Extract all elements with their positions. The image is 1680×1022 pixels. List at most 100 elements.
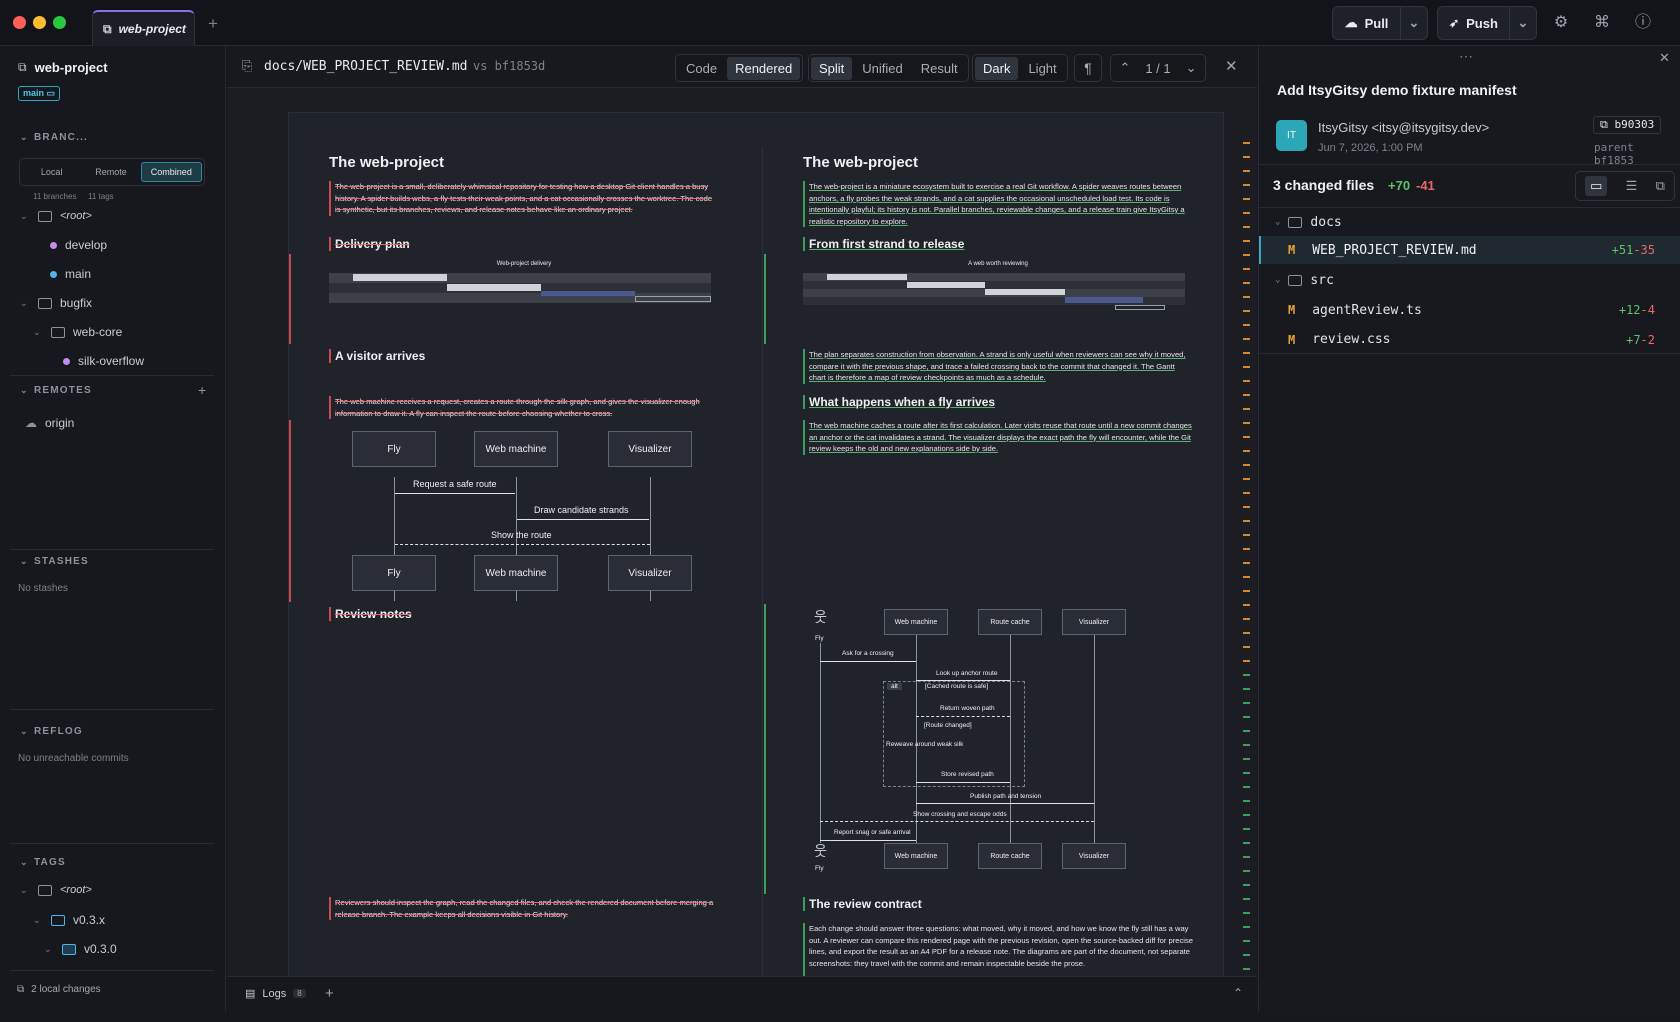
file-tree-folder-docs[interactable]: ⌄ docs [1259, 208, 1680, 236]
stashes-section-header[interactable]: ⌄ STASHES [20, 556, 89, 567]
push-button[interactable]: ➶ Push [1437, 6, 1510, 40]
tree-folder-web-core[interactable]: ⌄ web-core [33, 325, 122, 339]
minimap-tick [1243, 310, 1250, 312]
minimap-tick [1243, 520, 1250, 522]
remote-origin[interactable]: ☁ origin [25, 416, 74, 430]
push-options-chevron-icon[interactable]: ⌄ [1509, 6, 1537, 40]
reflog-section-header[interactable]: ⌄ REFLOG [20, 726, 83, 737]
branches-section-header[interactable]: ⌄ BRANC... [20, 132, 88, 143]
minimap-tick [1243, 954, 1250, 956]
close-window-button[interactable] [13, 16, 26, 29]
layout-result-button[interactable]: Result [913, 57, 966, 80]
zoom-window-button[interactable] [53, 16, 66, 29]
layout-unified-button[interactable]: Unified [854, 57, 910, 80]
branch-silk-overflow[interactable]: silk-overflow [63, 354, 144, 368]
avatar: IT [1276, 120, 1307, 151]
tags-section-header[interactable]: ⌄ TAGS [20, 857, 66, 868]
actor-fly-bottom: Fly [815, 865, 824, 872]
view-mode-toggle: Code Rendered [675, 54, 804, 82]
file-row-review-css[interactable]: M review.css +7 -2 [1259, 326, 1680, 354]
file-row-web-project-review[interactable]: M WEB_PROJECT_REVIEW.md +51 -35 [1259, 236, 1680, 264]
divider [10, 970, 214, 971]
minimap-tick [1243, 618, 1250, 620]
pull-button[interactable]: ☁ Pull [1332, 6, 1401, 40]
add-panel-icon[interactable]: + [325, 985, 334, 1002]
message-label: Ask for a crossing [842, 650, 894, 657]
view-code-button[interactable]: Code [678, 57, 725, 80]
tab-web-project[interactable]: ⧉ web-project [92, 10, 195, 46]
message-arrow [820, 840, 916, 841]
minimize-window-button[interactable] [33, 16, 46, 29]
filter-combined[interactable]: Combined [140, 162, 202, 182]
minimap-tick [1243, 940, 1250, 942]
file-added: +12 [1618, 303, 1641, 317]
minimap-tick [1243, 758, 1250, 760]
filter-remote[interactable]: Remote [81, 167, 140, 177]
compact-folder-view-icon[interactable]: ⧉ [1656, 178, 1665, 194]
current-branch-badge[interactable]: main ▭ [18, 86, 61, 101]
theme-dark-button[interactable]: Dark [975, 56, 1019, 80]
file-name: WEB_PROJECT_REVIEW.md [1312, 242, 1477, 258]
folder-view-icon[interactable]: ▭ [1585, 176, 1608, 196]
branch-main[interactable]: main [50, 267, 91, 281]
pilcrow-icon[interactable]: ¶ [1074, 54, 1102, 82]
actor-person-icon: 웃 [814, 609, 827, 625]
command-icon[interactable]: ⌘ [1591, 12, 1613, 34]
logs-tab[interactable]: ▤ Logs 8 [245, 987, 306, 1000]
commit-sha-button[interactable]: ⧉ b90303 [1593, 116, 1662, 134]
minimap-tick [1243, 632, 1250, 634]
close-icon[interactable]: ✕ [1225, 57, 1238, 75]
pull-options-chevron-icon[interactable]: ⌄ [1400, 6, 1428, 40]
layout-split-button[interactable]: Split [811, 56, 853, 80]
folder-icon [62, 943, 76, 955]
remotes-section-header[interactable]: ⌄ REMOTES [20, 385, 92, 396]
tree-folder-bugfix[interactable]: ⌄ bugfix [20, 296, 92, 310]
minimap-tick [1243, 492, 1250, 494]
branch-dot-icon [50, 241, 57, 249]
view-rendered-button[interactable]: Rendered [727, 56, 801, 80]
minimap-tick [1243, 786, 1250, 788]
branch-develop[interactable]: develop [50, 238, 107, 252]
file-row-agent-review[interactable]: M agentReview.ts +12 -4 [1259, 296, 1680, 324]
message-label: Look up anchor route [936, 670, 998, 677]
tree-folder-root[interactable]: ⌄ <root> [20, 210, 92, 222]
drag-handle-icon[interactable]: ⋯ [1459, 48, 1473, 65]
new-tab-icon[interactable]: + [208, 14, 218, 34]
theme-light-button[interactable]: Light [1020, 57, 1064, 80]
message-arrow [395, 493, 515, 494]
minimap-tick [1243, 240, 1250, 242]
minimap-tick [1243, 926, 1250, 928]
minimap-tick [1243, 408, 1250, 410]
next-change-icon[interactable]: ⌄ [1184, 60, 1199, 76]
minimap-tick [1243, 282, 1250, 284]
expand-panel-icon[interactable]: ⌃ [1233, 986, 1243, 1000]
status-badge: M [1288, 332, 1296, 347]
actor-visualizer-bottom: Visualizer [1062, 843, 1126, 869]
info-icon[interactable]: ⓘ [1632, 12, 1654, 34]
file-tree-folder-src[interactable]: ⌄ src [1259, 266, 1680, 294]
tag-folder-v03x[interactable]: ⌄ v0.3.x [33, 913, 105, 927]
filter-local[interactable]: Local [22, 167, 81, 177]
close-panel-icon[interactable]: ✕ [1659, 50, 1670, 66]
right-heading-contract: The review contract [803, 897, 1193, 911]
diff-file-path: docs/WEB_PROJECT_REVIEW.md [264, 59, 468, 74]
right-contract-para: Each change should answer three question… [803, 923, 1193, 981]
minimap-tick [1243, 898, 1250, 900]
tag-folder-root[interactable]: ⌄ <root> [20, 884, 92, 896]
message-arrow [916, 716, 1010, 717]
add-remote-icon[interactable]: + [198, 382, 206, 398]
minimap-tick [1243, 268, 1250, 270]
local-changes-link[interactable]: ⧉ 2 local changes [17, 984, 101, 995]
minimap-tick [1243, 842, 1250, 844]
prev-change-icon[interactable]: ⌃ [1117, 60, 1132, 76]
rendered-document: The web-project The web-project is a sma… [288, 112, 1224, 982]
file-removed: -4 [1640, 303, 1655, 317]
sidebar: ⧉ web-project main ▭ ⌄ BRANC... Local Re… [0, 46, 226, 1012]
right-sequence-diagram: 웃 Fly Web machine Route cache Visualizer… [763, 113, 1225, 983]
diff-minimap[interactable] [1243, 142, 1251, 1022]
list-view-icon[interactable]: ☰ [1626, 178, 1638, 194]
gear-icon[interactable]: ⚙ [1550, 12, 1572, 34]
minimap-tick [1243, 212, 1250, 214]
changed-files-count: 3 changed files [1273, 177, 1375, 193]
tag-folder-v030[interactable]: ⌄ v0.3.0 [44, 942, 117, 956]
